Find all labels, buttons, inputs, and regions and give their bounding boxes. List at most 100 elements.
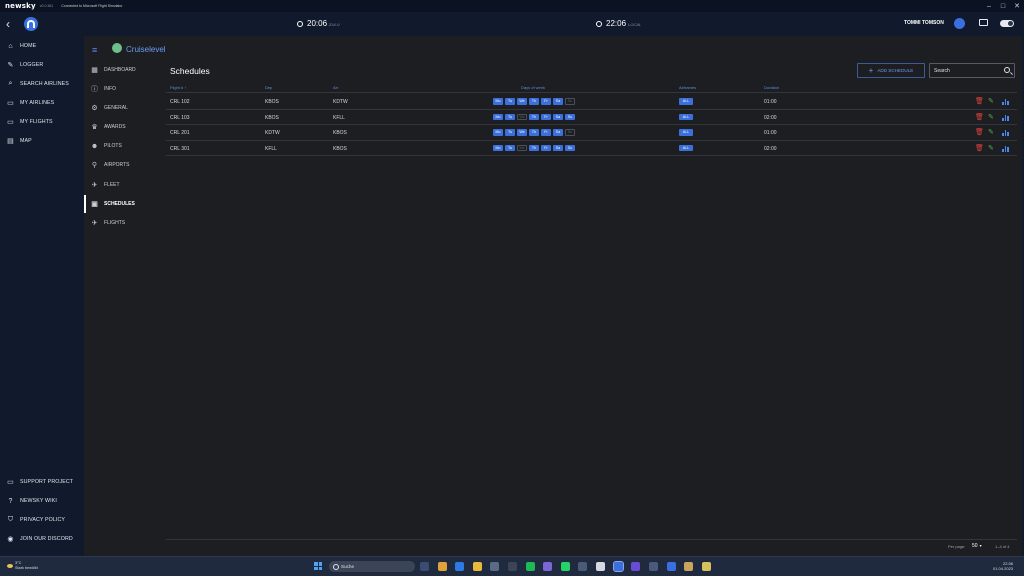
connection-status: Connected to Microsoft Flight Simulator: [61, 4, 123, 8]
chrome-icon[interactable]: [438, 562, 447, 571]
day-badge: Tu: [505, 144, 515, 151]
spotify-icon[interactable]: [526, 562, 535, 571]
app-icon[interactable]: [578, 562, 587, 571]
dice-icon[interactable]: [596, 562, 605, 571]
table-row[interactable]: CRL 201 KDTW KBOS Mo Tu We Th Fr Sa Su ALL 01:00 🗑 ✎: [166, 125, 1017, 141]
back-arrow-icon[interactable]: ‹: [6, 17, 10, 31]
day-badge: We: [517, 144, 527, 151]
close-icon[interactable]: ✕: [1010, 0, 1024, 12]
teams-icon[interactable]: [543, 562, 552, 571]
sidebar-item-newsky-wiki[interactable]: ? NEWSKY WIKI: [0, 492, 84, 510]
table-row[interactable]: CRL 301 KFLL KBOS Mo Tu We Th Fr Sa Su ALL 02:00 🗑 ✎: [166, 141, 1017, 156]
column-header-dep[interactable]: Dep: [265, 85, 272, 90]
per-page-label: Per page:: [948, 544, 966, 549]
system-date: 01.04.2023: [993, 566, 1014, 571]
taskbar-search-placeholder: Suche: [341, 564, 355, 569]
terminal-icon[interactable]: [508, 562, 517, 571]
day-badge: Th: [529, 129, 539, 136]
sidebar-item-home[interactable]: ⌂ HOME: [0, 37, 84, 55]
day-badge: Sa: [553, 98, 563, 105]
menu-icon[interactable]: ≡: [92, 45, 97, 55]
day-badge: Su: [565, 144, 575, 151]
sidebar-item-support-project[interactable]: ▭ SUPPORT PROJECT: [0, 473, 84, 491]
sidebar-item-my-flights[interactable]: ▭ MY FLIGHTS: [0, 113, 84, 131]
subnav-item-pilots[interactable]: ☻ PILOTS: [84, 137, 164, 155]
windows-start-icon[interactable]: [314, 562, 322, 570]
outlook-icon[interactable]: [455, 562, 464, 571]
plane-icon[interactable]: [702, 562, 711, 571]
sidebar-item-label: SUPPORT PROJECT: [20, 479, 74, 485]
column-header-arr[interactable]: Arr: [333, 85, 338, 90]
edit-icon[interactable]: ✎: [988, 98, 995, 105]
stats-icon[interactable]: [1002, 98, 1009, 105]
table-row[interactable]: CRL 103 KBOS KFLL Mo Tu We Th Fr Sa Su ALL 02:00 🗑 ✎: [166, 110, 1017, 125]
file-explorer-icon[interactable]: [420, 562, 429, 571]
delete-icon[interactable]: 🗑: [975, 144, 984, 152]
taskbar: 3°C Stark bewölkt Suche 22:06 01.04.2023: [0, 556, 1024, 576]
subnav-item-airports[interactable]: ⚲ AIRPORTS: [84, 156, 164, 174]
subnav-item-general[interactable]: ⚙ GENERAL: [84, 99, 164, 117]
weather-widget[interactable]: 3°C Stark bewölkt: [7, 561, 38, 571]
maximize-icon[interactable]: □: [996, 0, 1010, 12]
search-input[interactable]: Search: [929, 63, 1015, 78]
stats-icon[interactable]: [1002, 129, 1009, 136]
theme-toggle[interactable]: [1000, 20, 1014, 27]
messages-icon[interactable]: [979, 19, 988, 26]
subnav-item-awards[interactable]: ♛ AWARDS: [84, 118, 164, 136]
subnav-item-flights[interactable]: ✈ FLIGHTS: [84, 214, 164, 232]
stats-icon[interactable]: [1002, 114, 1009, 121]
sidebar-item-map[interactable]: ▤ MAP: [0, 132, 84, 150]
arrival-airport: KFLL: [333, 114, 345, 121]
subnav-item-fleet[interactable]: ✈ FLEET: [84, 176, 164, 194]
photo-icon[interactable]: [684, 562, 693, 571]
delete-icon[interactable]: 🗑: [975, 129, 984, 136]
per-page-select[interactable]: 50: [972, 543, 982, 549]
local-clock: 22:06 LOCAL: [596, 19, 641, 28]
sidebar-item-logger[interactable]: ✎ LOGGER: [0, 56, 84, 74]
search-icon[interactable]: [1004, 67, 1010, 73]
subnav-item-label: INFO: [104, 86, 116, 92]
window-controls: – □ ✕: [982, 0, 1024, 12]
sidebar-item-join-discord[interactable]: ◉ JOIN OUR DISCORD: [0, 530, 84, 548]
table-row[interactable]: CRL 102 KBOS KDTW Mo Tu We Th Fr Sa Su ALL 01:00 🗑 ✎: [166, 94, 1017, 110]
column-header-flight[interactable]: Flight # ↑: [170, 85, 186, 90]
avatar[interactable]: [954, 18, 965, 29]
subnav-item-schedules[interactable]: ▣ SCHEDULES: [84, 195, 164, 213]
delete-icon[interactable]: 🗑: [975, 113, 984, 121]
newsky-icon[interactable]: [613, 561, 624, 572]
subnav-item-info[interactable]: ⓘ INFO: [84, 80, 164, 98]
stats-icon[interactable]: [1002, 145, 1009, 152]
globe-icon[interactable]: [667, 562, 676, 571]
app-version: v0.0.361: [39, 4, 54, 8]
vpn-icon[interactable]: [631, 562, 640, 571]
taskbar-search[interactable]: Suche: [329, 561, 415, 572]
sidebar-item-my-airlines[interactable]: ▭ MY AIRLINES: [0, 94, 84, 112]
column-header-days[interactable]: Days of week: [521, 85, 545, 90]
whatsapp-icon[interactable]: [561, 562, 570, 571]
zulu-clock: 20:06 ZULU: [297, 19, 339, 28]
store-icon[interactable]: [490, 562, 499, 571]
day-badge: Sa: [553, 144, 563, 151]
departure-airport: KBOS: [265, 114, 279, 121]
column-header-airframes[interactable]: Airframes: [679, 85, 696, 90]
delete-icon[interactable]: 🗑: [975, 98, 984, 105]
subnav-item-dashboard[interactable]: ▦ DASHBOARD: [84, 61, 164, 79]
arrival-airport: KDTW: [333, 99, 348, 105]
newsky-logo-icon[interactable]: [24, 17, 38, 31]
departure-airport: KBOS: [265, 99, 279, 105]
user-name[interactable]: TOMMI TOMSON: [904, 20, 944, 26]
folder-icon[interactable]: [473, 562, 482, 571]
people-icon: ☻: [90, 142, 99, 150]
clock-icon: [297, 21, 303, 27]
system-clock[interactable]: 22:06 01.04.2023: [993, 561, 1013, 571]
sidebar-item-label: MY AIRLINES: [20, 100, 55, 106]
minimize-icon[interactable]: –: [982, 0, 996, 12]
column-header-duration[interactable]: Duration: [764, 85, 779, 90]
edit-icon[interactable]: ✎: [988, 114, 995, 121]
sidebar-item-privacy-policy[interactable]: ⛉ PRIVACY POLICY: [0, 511, 84, 529]
edit-icon[interactable]: ✎: [988, 145, 995, 152]
sidebar-item-search-airlines[interactable]: ⌕ SEARCH AIRLINES: [0, 75, 84, 93]
edit-icon[interactable]: ✎: [988, 129, 995, 136]
add-schedule-button[interactable]: + ADD SCHEDULE: [857, 63, 925, 78]
monitor-icon[interactable]: [649, 562, 658, 571]
